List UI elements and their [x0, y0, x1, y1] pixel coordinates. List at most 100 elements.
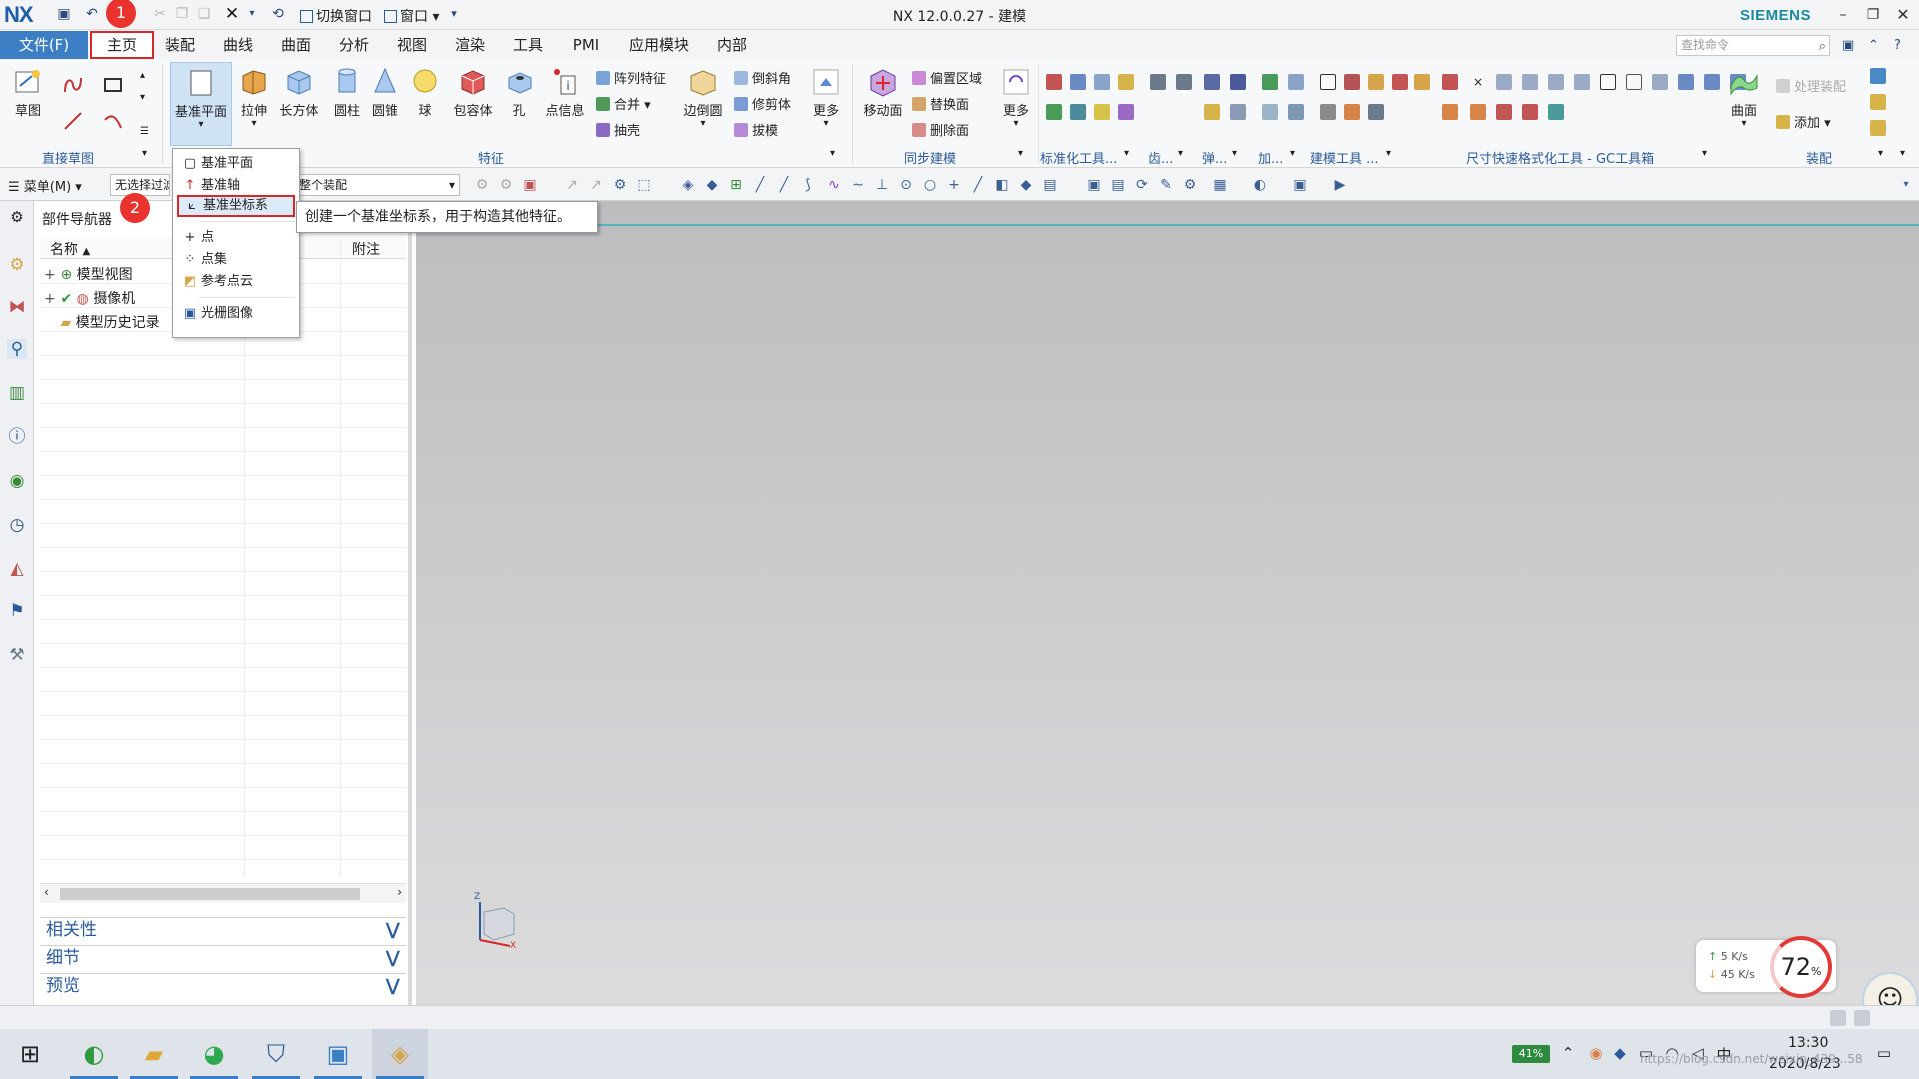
- view-tool-9-icon[interactable]: ▶: [1332, 177, 1348, 193]
- gear-tool-2-icon[interactable]: [1176, 74, 1192, 90]
- modeling-tools-group-menu-icon[interactable]: ▾: [1386, 148, 1402, 164]
- select-tool-5-icon[interactable]: ↗: [588, 177, 604, 193]
- dim-tool-11-icon[interactable]: [1678, 74, 1694, 90]
- extrude-dropdown-icon[interactable]: ▾: [234, 119, 274, 129]
- type-filter-select[interactable]: 无选择过滤器: [110, 174, 170, 196]
- pattern-feature-button[interactable]: 阵列特征: [596, 68, 666, 87]
- tab-home[interactable]: 主页: [90, 31, 154, 59]
- tab-assembly[interactable]: 装配: [158, 31, 202, 59]
- hole-button[interactable]: 孔: [504, 66, 534, 119]
- profile-icon[interactable]: [62, 74, 84, 96]
- extrude-button[interactable]: 拉伸 ▾: [234, 66, 274, 129]
- dim-tool-15-icon[interactable]: [1470, 104, 1486, 120]
- add-tool-4-icon[interactable]: [1288, 104, 1304, 120]
- expand-icon[interactable]: +: [44, 291, 56, 307]
- file-menu[interactable]: 文件(F): [0, 31, 88, 59]
- dim-tool-10-icon[interactable]: [1652, 74, 1668, 90]
- arc-icon[interactable]: [102, 110, 124, 132]
- view-tool-5-icon[interactable]: ⚙: [1182, 177, 1198, 193]
- snap-line-2-icon[interactable]: ╱: [776, 177, 792, 193]
- snap-quadrant-icon[interactable]: ○: [922, 177, 938, 193]
- edge-blend-button[interactable]: 边倒圆 ▾: [680, 66, 726, 129]
- draft-button[interactable]: 拔模: [734, 120, 778, 139]
- scroll-up-icon[interactable]: ▴: [140, 70, 156, 86]
- help-icon[interactable]: ?: [1894, 38, 1901, 53]
- dropbox-icon[interactable]: ◆: [1610, 1044, 1630, 1062]
- assembly-tool-3-icon[interactable]: [1870, 120, 1886, 136]
- replace-face-button[interactable]: 替换面: [912, 94, 969, 113]
- hd3d-tools-icon[interactable]: ⓘ: [7, 427, 27, 447]
- datum-plane-dropdown-icon[interactable]: ▾: [171, 120, 231, 130]
- tab-render[interactable]: 渲染: [448, 31, 492, 59]
- dim-tool-2-icon[interactable]: [1442, 74, 1458, 90]
- nx-app-icon[interactable]: ◈: [372, 1029, 428, 1079]
- switch-window-button[interactable]: 切换窗口: [300, 6, 372, 26]
- spring-tool-3-icon[interactable]: [1204, 104, 1220, 120]
- snap-on-curve-icon[interactable]: ╱: [970, 177, 986, 193]
- roles-icon[interactable]: ⚒: [7, 645, 27, 665]
- quick-access-customize-icon[interactable]: ▾: [446, 6, 462, 22]
- dim-tool-17-icon[interactable]: [1522, 104, 1538, 120]
- graphics-window[interactable]: [416, 201, 1919, 1005]
- spring-group-menu-icon[interactable]: ▾: [1232, 148, 1248, 164]
- status-icon-1[interactable]: [1830, 1010, 1846, 1026]
- std-tool-4-icon[interactable]: [1118, 74, 1134, 90]
- cylinder-button[interactable]: 圆柱: [330, 66, 364, 119]
- memory-usage-ring[interactable]: 72%: [1770, 936, 1832, 998]
- horizontal-scrollbar[interactable]: ‹ ›: [40, 883, 406, 903]
- std-tool-2-icon[interactable]: [1070, 74, 1086, 90]
- dim-tool-7-icon[interactable]: [1574, 74, 1590, 90]
- gallery-more-icon[interactable]: ☰: [140, 126, 156, 142]
- menu-item-point-cloud[interactable]: ◩ 参考点云: [177, 271, 295, 293]
- snap-curve-icon[interactable]: ⟆: [800, 177, 816, 193]
- view-tool-1-icon[interactable]: ▣: [1086, 177, 1102, 193]
- delete-dropdown-icon[interactable]: ▾: [244, 6, 260, 22]
- reuse-library-icon[interactable]: ▥: [7, 383, 27, 403]
- std-tool-7-icon[interactable]: [1094, 104, 1110, 120]
- add-tool-3-icon[interactable]: [1262, 104, 1278, 120]
- save-icon[interactable]: ▣: [56, 6, 72, 22]
- collapse-ribbon-icon[interactable]: ⌃: [1868, 38, 1879, 53]
- sphere-button[interactable]: 球: [408, 66, 442, 119]
- more-sync-button[interactable]: 更多 ▾: [998, 66, 1034, 129]
- history-icon[interactable]: ◷: [7, 515, 27, 535]
- select-tool-8-icon[interactable]: ◈: [680, 177, 696, 193]
- paste-icon[interactable]: ❏: [196, 6, 212, 22]
- main-menu-button[interactable]: ☰ 菜单(M) ▾: [8, 176, 82, 195]
- direct-sketch-group-menu-icon[interactable]: ▾: [142, 148, 158, 164]
- web-browser-icon[interactable]: ◉: [7, 471, 27, 491]
- tab-surface[interactable]: 曲面: [274, 31, 318, 59]
- tab-pmi[interactable]: PMI: [564, 31, 608, 59]
- column-name-header[interactable]: 名称 ▲: [50, 239, 90, 259]
- writer-app-icon[interactable]: ▣: [310, 1029, 366, 1079]
- sync-group-menu-icon[interactable]: ▾: [1018, 148, 1034, 164]
- selection-scope-select[interactable]: 整个装配: [280, 174, 460, 196]
- snap-tool-2-icon[interactable]: ▤: [1042, 177, 1058, 193]
- menu-item-datum-axis[interactable]: ↑ 基准轴: [177, 175, 295, 197]
- snap-perpendicular-icon[interactable]: ⊥: [874, 177, 890, 193]
- modeling-tool-3-icon[interactable]: [1368, 74, 1384, 90]
- details-panel[interactable]: 细节 ⋁: [40, 945, 406, 969]
- ribbon-options-icon[interactable]: ▣: [1842, 38, 1854, 53]
- tab-application[interactable]: 应用模块: [622, 31, 696, 59]
- modeling-tool-4-icon[interactable]: [1392, 74, 1408, 90]
- snap-center-icon[interactable]: ⊙: [898, 177, 914, 193]
- modeling-tool-6-icon[interactable]: [1344, 104, 1360, 120]
- tray-app-icon[interactable]: ◉: [1586, 1044, 1606, 1062]
- trim-body-button[interactable]: 修剪体: [734, 94, 791, 113]
- delete-icon[interactable]: ✕: [224, 6, 240, 23]
- gear-group-menu-icon[interactable]: ▾: [1178, 148, 1194, 164]
- battery-indicator[interactable]: 41%: [1512, 1045, 1550, 1063]
- selbar-overflow-icon[interactable]: ▾: [1898, 177, 1914, 193]
- std-tool-6-icon[interactable]: [1070, 104, 1086, 120]
- expand-icon[interactable]: +: [44, 267, 56, 283]
- select-tool-2-icon[interactable]: ⚙: [498, 177, 514, 193]
- line-icon[interactable]: [62, 110, 84, 132]
- status-icon-2[interactable]: [1854, 1010, 1870, 1026]
- spring-tool-1-icon[interactable]: [1204, 74, 1220, 90]
- file-explorer-icon[interactable]: ▰: [126, 1029, 182, 1079]
- view-tool-4-icon[interactable]: ✎: [1158, 177, 1174, 193]
- std-tools-group-menu-icon[interactable]: ▾: [1124, 148, 1140, 164]
- snap-tool-icon[interactable]: ◆: [1018, 177, 1034, 193]
- menu-item-datum-plane[interactable]: ▢ 基准平面: [177, 153, 295, 175]
